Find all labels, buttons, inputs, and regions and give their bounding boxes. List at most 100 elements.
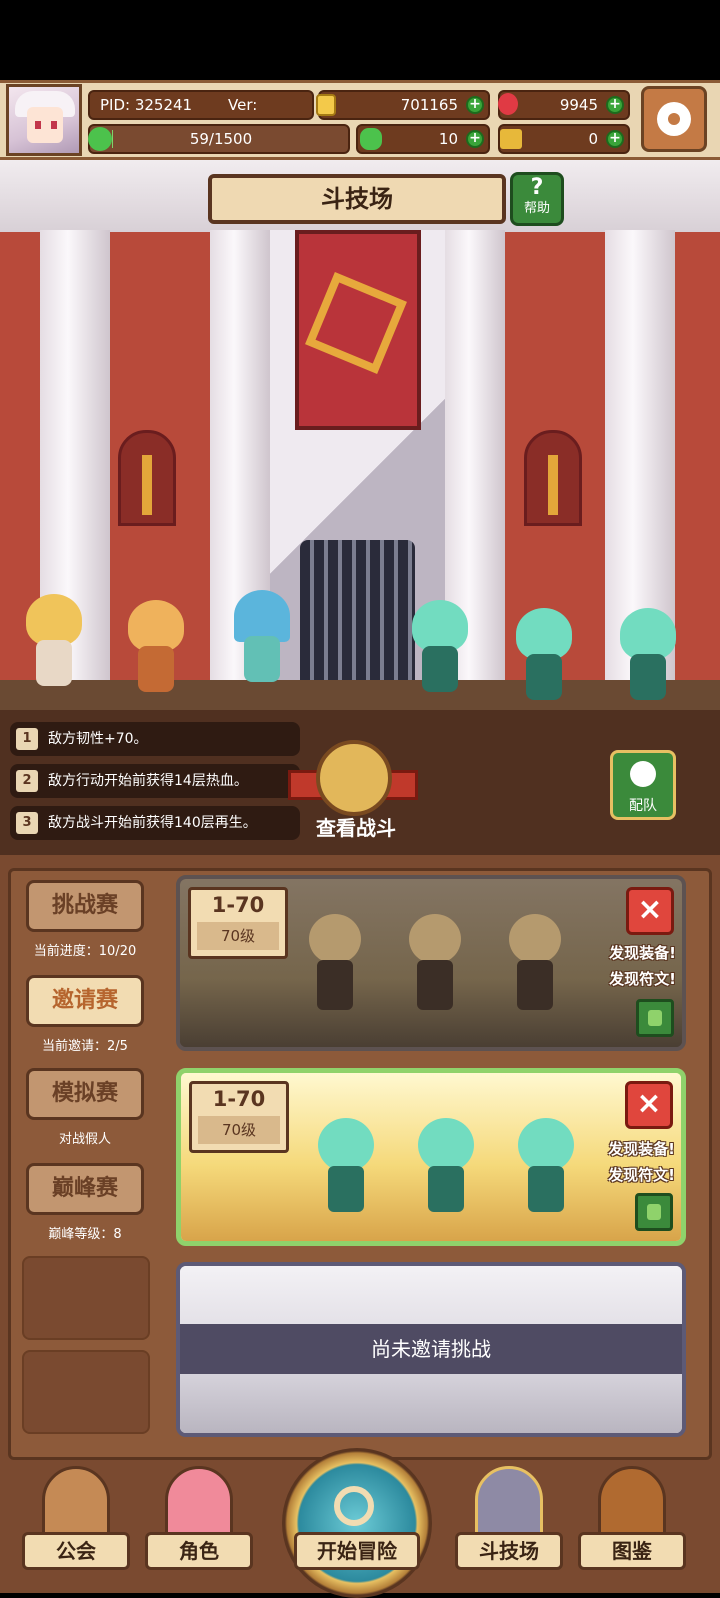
found-equipment: 发现装备! <box>609 944 676 962</box>
nav-start-adventure[interactable]: 开始冒险 <box>272 1448 442 1598</box>
nav-character[interactable]: 角色 <box>145 1466 253 1576</box>
empty-mode-slot <box>22 1350 150 1434</box>
stage-label: 1-70 <box>212 1087 266 1111</box>
guild-house-icon <box>42 1466 110 1538</box>
enemy-slime-girl <box>612 608 682 704</box>
nav-codex[interactable]: 图鉴 <box>578 1466 686 1576</box>
effect-row-2: 2 敌方行动开始前获得14层热血。 <box>10 764 300 798</box>
found-rune: 发现符文! <box>609 970 676 988</box>
enemy-scythe-girl <box>395 914 475 1024</box>
stage-box: 1-70 70级 <box>188 887 288 959</box>
gold-coin-icon <box>316 94 336 116</box>
enemy-slime-girl <box>506 1118 586 1228</box>
peak-level: 巅峰等级：8 <box>48 1227 122 1242</box>
stage-label: 1-70 <box>211 893 265 917</box>
nav-arena[interactable]: 斗技场 <box>455 1466 563 1576</box>
player-avatar[interactable] <box>6 84 82 156</box>
stamina-bar: 59/1500 <box>88 124 350 154</box>
gold-amount: 701165 <box>400 96 458 114</box>
nav-guild-label: 公会 <box>22 1532 130 1570</box>
crossed-swords-icon <box>475 1466 543 1538</box>
effect-number: 3 <box>16 812 38 834</box>
level-label: 70级 <box>198 1116 280 1144</box>
question-icon: ? <box>530 175 544 200</box>
simulation-desc: 对战假人 <box>58 1132 111 1147</box>
sword-decor-icon <box>142 455 152 515</box>
dismiss-button[interactable]: × <box>625 1081 673 1129</box>
nav-character-label: 角色 <box>145 1532 253 1570</box>
codex-book-icon <box>598 1466 666 1538</box>
gem-amount: 9945 <box>559 96 598 114</box>
help-button[interactable]: ? 帮助 <box>510 172 564 226</box>
stage-box: 1-70 70级 <box>189 1081 289 1153</box>
hero-mushroom-mage <box>226 590 296 686</box>
effect-text: 敌方韧性+70。 <box>48 731 148 747</box>
stamina-value: 59/1500 <box>189 130 253 148</box>
enemy-slime-girl <box>508 608 578 704</box>
team-icon <box>630 761 656 787</box>
team-label: 配队 <box>629 798 657 814</box>
team-setup-button[interactable]: 配队 <box>610 750 676 820</box>
add-key-icon[interactable]: + <box>606 130 624 148</box>
player-id: PID: 325241 <box>100 96 193 114</box>
like-button[interactable] <box>636 999 674 1037</box>
status-bar <box>0 0 720 80</box>
effect-number: 2 <box>16 770 38 792</box>
clover-icon <box>360 128 382 150</box>
right-sword-niche <box>524 430 582 526</box>
gear-icon <box>657 102 691 136</box>
key-icon <box>500 129 522 149</box>
enemy-slime-girl <box>404 600 474 696</box>
invitation-count: 当前邀请：2/5 <box>42 1039 128 1054</box>
dismiss-button[interactable]: × <box>626 887 674 935</box>
like-button[interactable] <box>635 1193 673 1231</box>
clover-amount: 10 <box>438 130 458 148</box>
enemy-scythe-girl <box>495 914 575 1024</box>
left-sword-niche <box>118 430 176 526</box>
nav-arena-label: 斗技场 <box>455 1532 563 1570</box>
effect-number: 1 <box>16 728 38 750</box>
invitation-card-2[interactable]: 1-70 70级 × 发现装备! 发现符文! <box>176 1068 686 1246</box>
nav-guild[interactable]: 公会 <box>22 1466 130 1576</box>
enemy-slime-girl <box>306 1118 386 1228</box>
add-gold-icon[interactable]: + <box>466 96 484 114</box>
gem-pill: 9945 + <box>498 90 630 120</box>
red-gem-icon <box>498 93 518 115</box>
thumbs-up-icon <box>648 1010 662 1026</box>
key-pill: 0 + <box>498 124 630 154</box>
close-icon: × <box>637 892 663 927</box>
add-clover-icon[interactable]: + <box>466 130 484 148</box>
arena-scene <box>0 160 720 710</box>
mode-challenge-button[interactable]: 挑战赛 <box>26 880 144 932</box>
mode-invitational-button[interactable]: 邀请赛 <box>26 975 144 1027</box>
key-amount: 0 <box>588 130 598 148</box>
thumbs-up-icon <box>647 1204 661 1220</box>
magnifier-icon <box>334 1486 374 1526</box>
empty-mode-slot <box>22 1256 150 1340</box>
effect-row-1: 1 敌方韧性+70。 <box>10 722 300 756</box>
effect-text: 敌方行动开始前获得14层热血。 <box>48 773 248 789</box>
hero-blonde-fighter <box>18 594 88 690</box>
gold-pill: 701165 + <box>316 90 490 120</box>
character-icon <box>165 1466 233 1538</box>
challenge-progress: 当前进度：10/20 <box>33 944 137 959</box>
crossed-swords-icon <box>316 740 392 816</box>
nav-codex-label: 图鉴 <box>578 1532 686 1570</box>
level-label: 70级 <box>197 922 279 950</box>
view-battle-label: 查看战斗 <box>316 816 396 840</box>
enemy-scythe-girl <box>295 914 375 1024</box>
settings-button[interactable] <box>641 86 707 152</box>
view-battle-button[interactable]: 查看战斗 <box>288 740 418 850</box>
nav-start-adventure-label: 开始冒险 <box>294 1532 420 1570</box>
invitation-card-1[interactable]: 1-70 70级 × 发现装备! 发现符文! <box>176 875 686 1051</box>
page-title: 斗技场 <box>208 174 506 224</box>
clover-pill: 10 + <box>356 124 490 154</box>
invitation-card-empty: 尚未邀请挑战 <box>176 1262 686 1437</box>
effect-row-3: 3 敌方战斗开始前获得140层再生。 <box>10 806 300 840</box>
add-gem-icon[interactable]: + <box>606 96 624 114</box>
mode-peak-button[interactable]: 巅峰赛 <box>26 1163 144 1215</box>
hero-fox-archer <box>120 600 190 696</box>
mode-simulation-button[interactable]: 模拟赛 <box>26 1068 144 1120</box>
no-invitation-text: 尚未邀请挑战 <box>180 1324 682 1374</box>
help-label: 帮助 <box>523 201 550 216</box>
